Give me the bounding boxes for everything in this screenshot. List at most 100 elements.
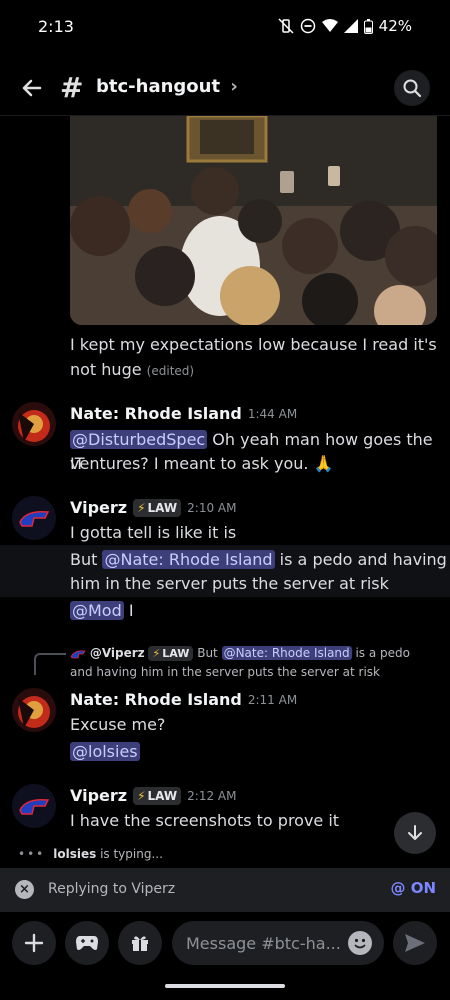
message-line: I have the screenshots to prove it: [70, 811, 340, 830]
channel-hash-icon: #: [60, 71, 84, 104]
search-icon: [403, 79, 422, 98]
message-line: him in the server puts the server at ris…: [70, 574, 389, 593]
message-line: @Mod I: [70, 599, 134, 623]
role-tag: ⚡ LAW: [133, 786, 182, 805]
user-avatar-icon: [12, 688, 56, 732]
wifi-icon: [321, 19, 338, 32]
typing-indicator: ••• lolsies is typing...: [18, 847, 163, 861]
reply-bar: × Replying to Viperz @ ON: [0, 868, 450, 912]
gift-icon: [132, 936, 148, 951]
dnd-icon: [300, 18, 315, 34]
typing-dots-icon: •••: [18, 847, 46, 861]
arrow-down-icon: [408, 825, 422, 840]
gift-button[interactable]: [118, 921, 162, 965]
replying-to-label: Replying to Viperz: [48, 881, 176, 897]
message-line: @lolsies: [70, 740, 140, 764]
timestamp: 2:11 AM: [247, 692, 298, 707]
role-tag: ⚡ LAW: [148, 646, 194, 661]
image-attachment[interactable]: [70, 116, 437, 325]
typing-suffix: is typing...: [96, 847, 163, 861]
author-name[interactable]: Viperz: [70, 786, 127, 805]
avatar-viperz[interactable]: [12, 496, 56, 540]
battery-level: 42%: [378, 17, 412, 35]
message-text: not huge: [70, 360, 142, 379]
channel-title[interactable]: btc-hangout ›: [96, 76, 238, 97]
user-mention[interactable]: @lolsies: [70, 742, 140, 761]
smiley-icon: [354, 938, 366, 949]
edited-indicator: (edited): [146, 364, 195, 378]
message-line: Excuse me?: [70, 715, 166, 734]
role-tag: ⚡ LAW: [133, 498, 182, 517]
typing-text: lolsies is typing...: [53, 847, 163, 861]
message-author-row: Viperz ⚡ LAW 2:10 AM: [70, 498, 237, 517]
role-tag-label: LAW: [162, 647, 190, 660]
message-author-row: Viperz ⚡ LAW 2:12 AM: [70, 786, 237, 805]
bills-logo-mini-icon: [70, 649, 86, 658]
user-mention: @Nate: Rhode Island: [221, 646, 352, 660]
cancel-reply-button[interactable]: ×: [15, 880, 34, 899]
user-avatar-icon: [12, 402, 56, 446]
timestamp: 2:10 AM: [187, 500, 237, 515]
role-tag-label: LAW: [147, 788, 178, 803]
typing-user: lolsies: [53, 847, 97, 861]
send-button[interactable]: [393, 921, 437, 965]
battery-icon: [363, 18, 373, 34]
status-icons: 42%: [278, 17, 412, 35]
role-mention[interactable]: @Mod: [70, 601, 124, 620]
chevron-right-icon: ›: [230, 76, 238, 97]
emoji-button[interactable]: [348, 931, 372, 955]
gamepad-icon: [76, 936, 98, 950]
avatar-nate[interactable]: [12, 688, 56, 732]
message-line: ventures? I meant to ask you. 🙏: [70, 454, 334, 473]
message-continued-line2: not huge (edited): [70, 358, 194, 383]
avatar-nate[interactable]: [12, 402, 56, 446]
message-line: But @Nate: Rhode Island is a pedo and ha…: [70, 548, 447, 572]
search-button[interactable]: [394, 70, 430, 106]
message-text: But: [70, 550, 103, 569]
user-mention[interactable]: @DisturbedSpec: [70, 430, 208, 449]
author-name[interactable]: Nate: Rhode Island: [70, 690, 242, 709]
activities-button[interactable]: [65, 921, 109, 965]
role-tag-label: LAW: [147, 500, 178, 515]
mention-toggle-label: ON: [410, 879, 436, 897]
reply-text: But: [193, 646, 222, 660]
reply-connector: [34, 653, 66, 675]
bills-logo-avatar-icon: [12, 784, 56, 828]
message-line: I gotta tell is like it is: [70, 523, 237, 542]
message-author-row: Nate: Rhode Island 1:44 AM: [70, 404, 297, 423]
mention-toggle[interactable]: @ ON: [390, 879, 436, 897]
timestamp: 1:44 AM: [247, 406, 298, 421]
at-icon: @: [390, 879, 406, 897]
back-button[interactable]: [16, 72, 48, 104]
author-name[interactable]: Nate: Rhode Island: [70, 404, 242, 423]
message-text: I: [123, 601, 134, 620]
message-composer: [0, 912, 450, 974]
bolt-icon: ⚡: [137, 500, 146, 515]
home-indicator[interactable]: [165, 984, 285, 988]
bolt-icon: ⚡: [152, 647, 161, 660]
user-mention[interactable]: @Nate: Rhode Island: [102, 550, 275, 569]
close-icon: ×: [19, 882, 30, 897]
avatar-viperz[interactable]: [12, 784, 56, 828]
send-icon: [405, 934, 425, 952]
bolt-icon: ⚡: [137, 788, 146, 803]
jump-to-bottom-button[interactable]: [394, 812, 436, 854]
message-text: is a pedo and having: [274, 550, 447, 569]
status-time: 2:13: [38, 17, 74, 36]
author-name[interactable]: Viperz: [70, 498, 127, 517]
back-arrow-icon: [22, 79, 42, 97]
bills-logo-avatar-icon: [12, 496, 56, 540]
message-continued-line1: I kept my expectations low because I rea…: [70, 335, 437, 354]
add-attachment-button[interactable]: [12, 921, 56, 965]
crowd-photo: [70, 116, 437, 325]
message-author-row: Nate: Rhode Island 2:11 AM: [70, 690, 297, 709]
timestamp: 2:12 AM: [187, 788, 237, 803]
reply-author: @Viperz: [89, 646, 145, 660]
plus-icon: [24, 933, 44, 953]
status-bar: 2:13 42%: [0, 0, 450, 56]
channel-header: # btc-hangout ›: [0, 60, 450, 116]
channel-name: btc-hangout: [96, 76, 221, 97]
vibrate-off-icon: [278, 18, 294, 34]
signal-icon: [343, 19, 358, 33]
reply-reference[interactable]: @Viperz ⚡ LAW But @Nate: Rhode Island is …: [70, 644, 430, 682]
